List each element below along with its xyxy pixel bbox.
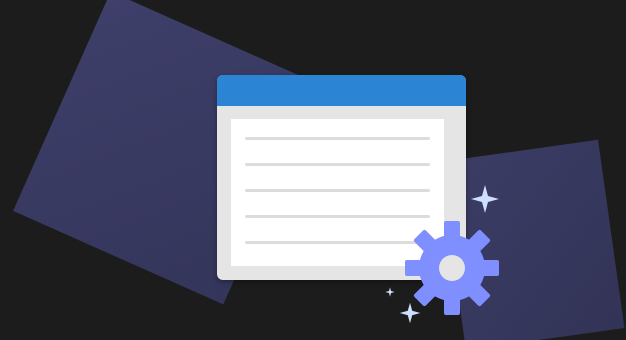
text-line (245, 189, 430, 192)
window-title-bar (217, 75, 466, 106)
sparkle-icon (385, 287, 395, 297)
text-line (245, 163, 430, 166)
sparkle-icon (471, 185, 499, 213)
settings-illustration (0, 0, 626, 340)
text-line (245, 137, 430, 140)
sparkle-icon (399, 302, 421, 324)
